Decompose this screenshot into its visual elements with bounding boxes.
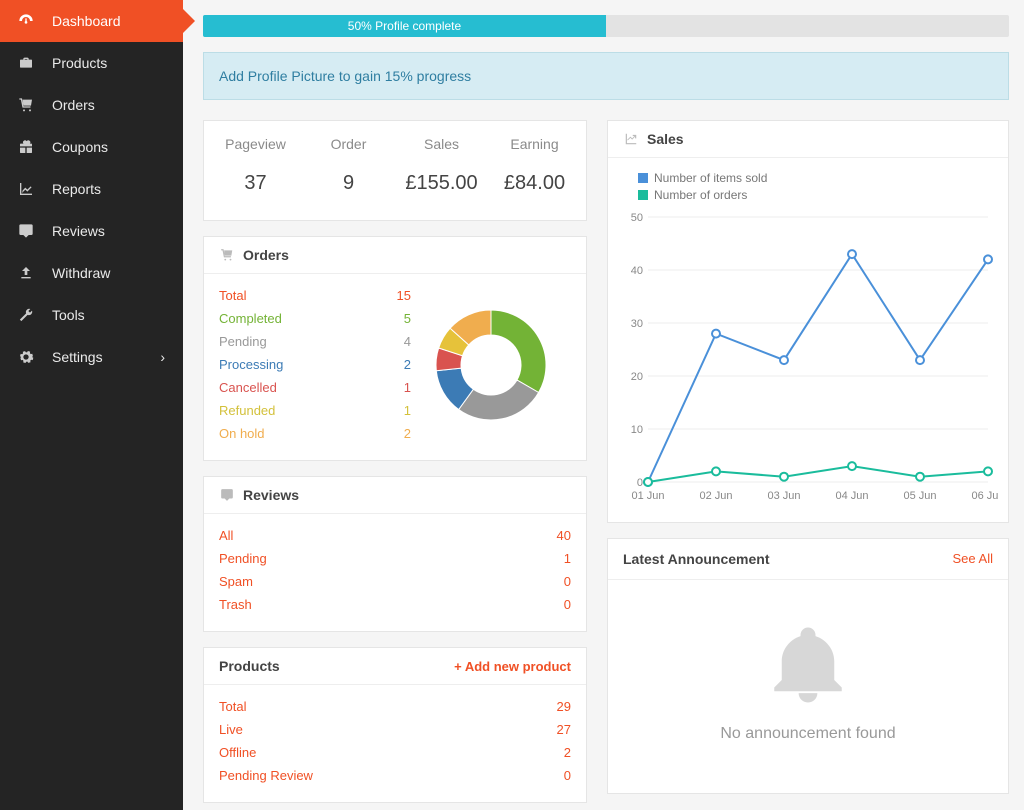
list-item[interactable]: Completed5 xyxy=(219,307,411,330)
upload-icon xyxy=(18,265,40,281)
svg-text:20: 20 xyxy=(631,371,643,383)
sidebar-item-coupons[interactable]: Coupons xyxy=(0,126,183,168)
products-panel: Products + Add new product Total29Live27… xyxy=(203,647,587,803)
sidebar-item-label: Reviews xyxy=(52,223,105,239)
sidebar-item-label: Coupons xyxy=(52,139,108,155)
legend-item: Number of orders xyxy=(638,188,998,202)
sales-line-chart: 0 10 20 30 40 50 01 Jun 02 Jun 03 Jun 04 Jun 05 Ju… xyxy=(618,207,998,507)
stat-pageview: Pageview37 xyxy=(209,136,302,195)
profile-progress-bar: 50% Profile complete xyxy=(203,15,606,37)
list-item[interactable]: Pending1 xyxy=(219,547,571,570)
comment-icon xyxy=(219,488,235,502)
sales-panel: Sales Number of items sold Number of orde… xyxy=(607,120,1009,523)
products-panel-title: Products xyxy=(219,658,280,674)
svg-text:01 Jun: 01 Jun xyxy=(631,490,664,502)
list-item[interactable]: Total29 xyxy=(219,695,571,718)
list-item[interactable]: Processing2 xyxy=(219,353,411,376)
list-item[interactable]: Total15 xyxy=(219,284,411,307)
svg-text:40: 40 xyxy=(631,265,643,277)
sidebar-item-dashboard[interactable]: Dashboard xyxy=(0,0,183,42)
sidebar-item-settings[interactable]: Settings › xyxy=(0,336,183,378)
svg-text:50: 50 xyxy=(631,212,643,224)
stat-order: Order9 xyxy=(302,136,395,195)
svg-text:05 Jun: 05 Jun xyxy=(903,490,936,502)
orders-panel: Orders Total15Completed5Pending4Processi… xyxy=(203,236,587,461)
announcement-see-all-link[interactable]: See All xyxy=(953,551,993,567)
sales-panel-title: Sales xyxy=(647,131,684,147)
add-product-link[interactable]: + Add new product xyxy=(454,659,571,674)
sidebar-item-orders[interactable]: Orders xyxy=(0,84,183,126)
list-item[interactable]: All40 xyxy=(219,524,571,547)
stats-panel: Pageview37Order9Sales£155.00Earning£84.0… xyxy=(203,120,587,221)
announcement-title: Latest Announcement xyxy=(623,551,770,567)
bell-icon xyxy=(763,620,853,710)
list-item[interactable]: Pending4 xyxy=(219,330,411,353)
list-item[interactable]: Trash0 xyxy=(219,593,571,616)
profile-hint-link[interactable]: Add Profile Picture to gain 15% progress xyxy=(219,68,471,84)
chevron-right-icon: › xyxy=(160,349,165,365)
announcement-panel: Latest Announcement See All No announcem… xyxy=(607,538,1009,794)
svg-text:06 Jun: 06 Jun xyxy=(971,490,998,502)
svg-text:04 Jun: 04 Jun xyxy=(835,490,868,502)
legend-item: Number of items sold xyxy=(638,171,998,185)
svg-text:10: 10 xyxy=(631,424,643,436)
chart-icon xyxy=(18,181,40,197)
orders-donut-chart xyxy=(411,284,571,445)
profile-hint-banner: Add Profile Picture to gain 15% progress xyxy=(203,52,1009,100)
comment-icon xyxy=(18,223,40,239)
list-item[interactable]: Cancelled1 xyxy=(219,376,411,399)
svg-text:0: 0 xyxy=(637,477,643,489)
sidebar-item-label: Products xyxy=(52,55,107,71)
cart-icon xyxy=(18,97,40,113)
wrench-icon xyxy=(18,307,40,323)
sidebar-item-reports[interactable]: Reports xyxy=(0,168,183,210)
sidebar-item-label: Tools xyxy=(52,307,85,323)
sidebar-item-withdraw[interactable]: Withdraw xyxy=(0,252,183,294)
briefcase-icon xyxy=(18,55,40,71)
announcement-empty-text: No announcement found xyxy=(628,725,988,743)
list-item[interactable]: On hold2 xyxy=(219,422,411,445)
sidebar-item-label: Reports xyxy=(52,181,101,197)
list-item[interactable]: Offline2 xyxy=(219,741,571,764)
gift-icon xyxy=(18,139,40,155)
orders-panel-title: Orders xyxy=(243,247,289,263)
profile-progress: 50% Profile complete xyxy=(203,15,1009,37)
sidebar-item-label: Settings xyxy=(52,349,103,365)
stat-sales: Sales£155.00 xyxy=(395,136,488,195)
main-content: 50% Profile complete Add Profile Picture… xyxy=(183,0,1024,810)
sidebar-item-label: Withdraw xyxy=(52,265,110,281)
list-item[interactable]: Live27 xyxy=(219,718,571,741)
dashboard-icon xyxy=(18,13,40,29)
reviews-panel-title: Reviews xyxy=(243,487,299,503)
svg-text:30: 30 xyxy=(631,318,643,330)
sidebar-item-label: Orders xyxy=(52,97,95,113)
list-item[interactable]: Spam0 xyxy=(219,570,571,593)
gear-icon xyxy=(18,349,40,365)
svg-text:02 Jun: 02 Jun xyxy=(699,490,732,502)
sidebar-item-products[interactable]: Products xyxy=(0,42,183,84)
stat-earning: Earning£84.00 xyxy=(488,136,581,195)
sidebar-item-reviews[interactable]: Reviews xyxy=(0,210,183,252)
reviews-panel: Reviews All40Pending1Spam0Trash0 xyxy=(203,476,587,632)
chart-icon xyxy=(623,132,639,146)
sidebar-item-tools[interactable]: Tools xyxy=(0,294,183,336)
sidebar-item-label: Dashboard xyxy=(52,13,121,29)
cart-icon xyxy=(219,248,235,262)
svg-text:03 Jun: 03 Jun xyxy=(767,490,800,502)
sidebar: Dashboard Products Orders Coupons Reports Rev… xyxy=(0,0,183,810)
list-item[interactable]: Refunded1 xyxy=(219,399,411,422)
list-item[interactable]: Pending Review0 xyxy=(219,764,571,787)
